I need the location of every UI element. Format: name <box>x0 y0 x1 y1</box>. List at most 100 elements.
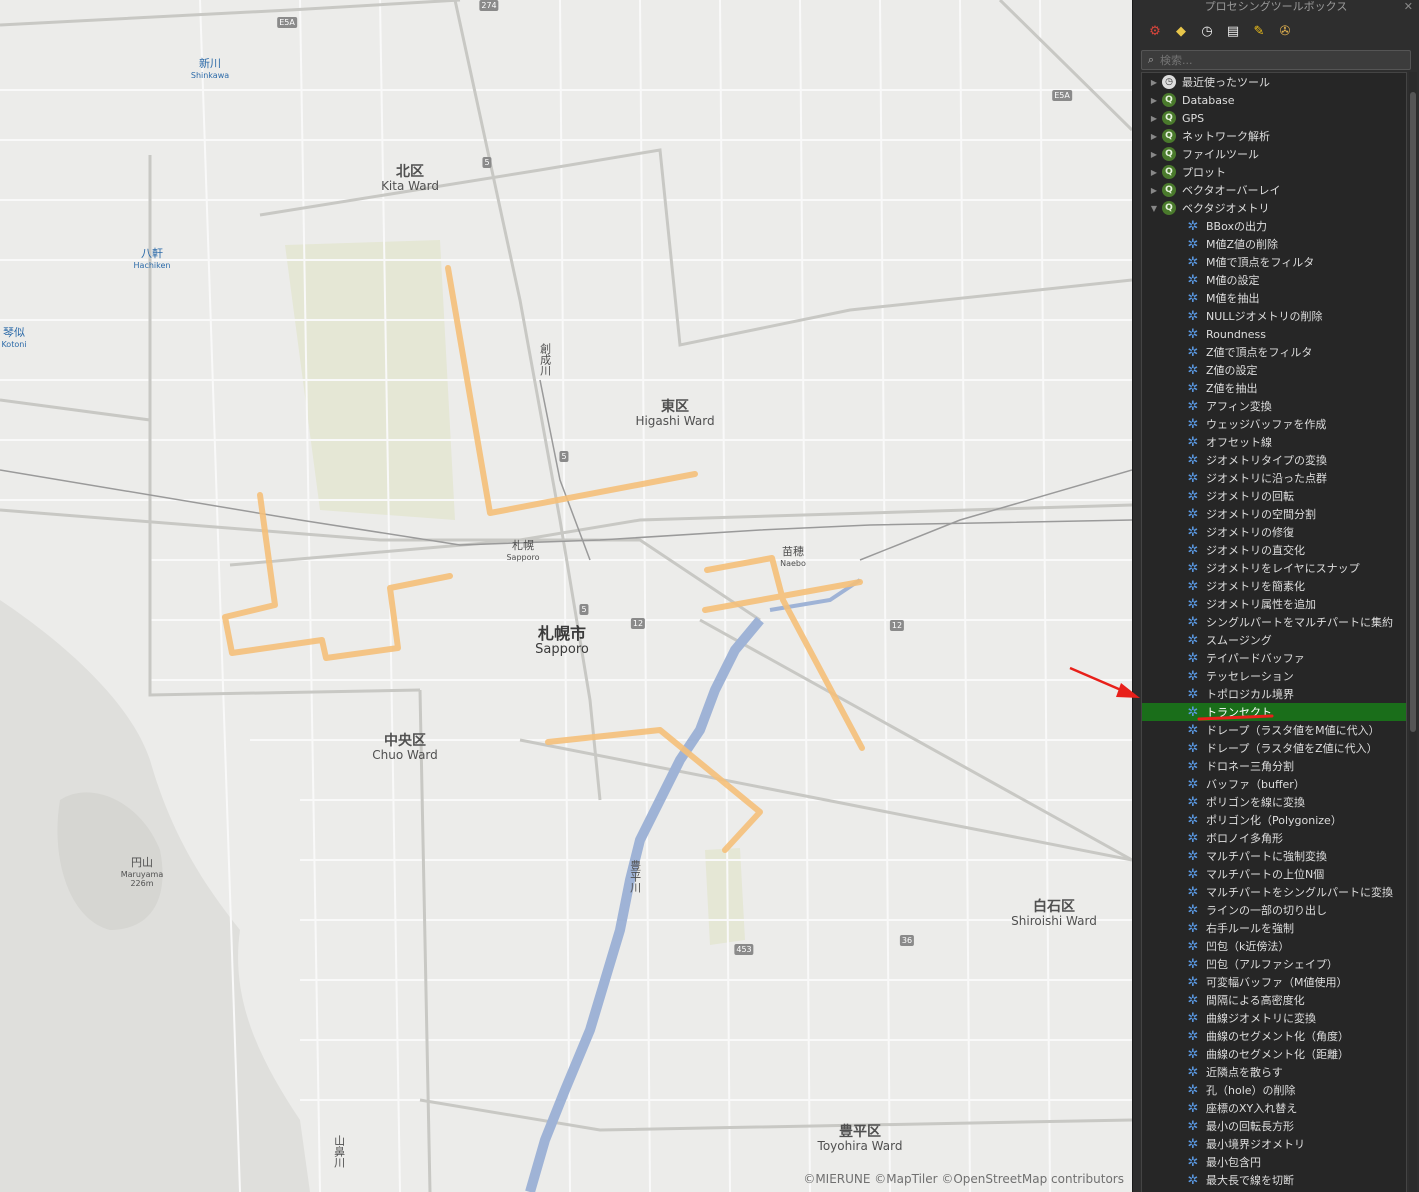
tree-item[interactable]: ✲ ジオメトリをレイヤにスナップ <box>1142 559 1406 577</box>
tree-item[interactable]: ✲ Roundness <box>1142 325 1406 343</box>
history-icon[interactable]: ◷ <box>1197 21 1217 41</box>
algorithm-gear-icon: ✲ <box>1187 848 1199 864</box>
tree-item[interactable]: ✲ ジオメトリの修復 <box>1142 523 1406 541</box>
tree-item[interactable]: ✲ バッファ（buffer） <box>1142 775 1406 793</box>
tree-item[interactable]: ✲ ジオメトリの回転 <box>1142 487 1406 505</box>
tree-item[interactable]: ✲ ボロノイ多角形 <box>1142 829 1406 847</box>
tree-item[interactable]: ✲ Z値で頂点をフィルタ <box>1142 343 1406 361</box>
tree-item[interactable]: ✲ M値を抽出 <box>1142 289 1406 307</box>
tree-item-label: トランセクト <box>1206 706 1272 719</box>
tree-group[interactable]: ▶ ◷ 最近使ったツール <box>1142 73 1406 91</box>
tree-item[interactable]: ✲ 曲線ジオメトリに変換 <box>1142 1009 1406 1027</box>
tree-item[interactable]: ✲ ウェッジバッファを作成 <box>1142 415 1406 433</box>
tree-item[interactable]: ✲ M値の設定 <box>1142 271 1406 289</box>
tree-item[interactable]: ✲ 曲線のセグメント化（距離） <box>1142 1045 1406 1063</box>
tree-item[interactable]: ✲ オフセット線 <box>1142 433 1406 451</box>
search-box[interactable]: ⌕ <box>1141 50 1411 70</box>
tree-item[interactable]: ✲ 最小包含円 <box>1142 1153 1406 1171</box>
tree-item-label: ジオメトリ属性を追加 <box>1206 598 1316 611</box>
tree-item-label: テイパードバッファ <box>1206 652 1305 665</box>
tree-item[interactable]: ✲ M値Z値の削除 <box>1142 235 1406 253</box>
tree-item[interactable]: ✲ 凹包（k近傍法） <box>1142 937 1406 955</box>
algorithm-gear-icon: ✲ <box>1187 236 1199 252</box>
tree-item[interactable]: ✲ ポリゴンを線に変換 <box>1142 793 1406 811</box>
map-canvas[interactable]: 北区 Kita Ward 東区 Higashi Ward 中央区 Chuo Ward … <box>0 0 1132 1192</box>
tree-item-label: ラインの一部の切り出し <box>1206 904 1327 917</box>
expand-right-icon[interactable]: ▶ <box>1146 114 1162 123</box>
tree-item[interactable]: ✲ マルチパートの上位N個 <box>1142 865 1406 883</box>
tree-group[interactable]: ▶ Q ファイルツール <box>1142 145 1406 163</box>
tree-group-label: GPS <box>1182 111 1205 125</box>
scrollbar-thumb[interactable] <box>1410 92 1416 732</box>
tree-item[interactable]: ✲ Z値を抽出 <box>1142 379 1406 397</box>
tree-item[interactable]: ✲ 座標のXY入れ替え <box>1142 1099 1406 1117</box>
tree-item[interactable]: ✲ トポロジカル境界 <box>1142 685 1406 703</box>
algorithm-gear-icon: ✲ <box>1187 704 1199 720</box>
tree-item[interactable]: ✲ ドロネー三角分割 <box>1142 757 1406 775</box>
expand-down-icon[interactable]: ▼ <box>1146 204 1162 213</box>
tree-item-label: 可変幅バッファ（M値使用） <box>1206 976 1348 989</box>
tree-item[interactable]: ✲ 最大長で線を切断 <box>1142 1171 1406 1189</box>
tree-item-label: Z値で頂点をフィルタ <box>1206 346 1313 359</box>
models-icon[interactable]: ⚙ <box>1145 21 1165 41</box>
expand-right-icon[interactable]: ▶ <box>1146 150 1162 159</box>
results-icon[interactable]: ▤ <box>1223 21 1243 41</box>
expand-right-icon[interactable]: ▶ <box>1146 168 1162 177</box>
tree-item[interactable]: ✲ NULLジオメトリの削除 <box>1142 307 1406 325</box>
tree-item[interactable]: ✲ BBoxの出力 <box>1142 217 1406 235</box>
tree-group[interactable]: ▶ Q ベクタオーバーレイ <box>1142 181 1406 199</box>
options-icon[interactable]: ✇ <box>1275 21 1295 41</box>
tree-group[interactable]: ▶ Q プロット <box>1142 163 1406 181</box>
tree-group[interactable]: ▶ Q ネットワーク解析 <box>1142 127 1406 145</box>
tree-scrollbar[interactable] <box>1409 72 1417 1192</box>
tree-item[interactable]: ✲ 可変幅バッファ（M値使用） <box>1142 973 1406 991</box>
search-input[interactable] <box>1160 53 1410 67</box>
tree-item[interactable]: ✲ アフィン変換 <box>1142 397 1406 415</box>
tree-item[interactable]: ✲ ポリゴン化（Polygonize） <box>1142 811 1406 829</box>
tree-item[interactable]: ✲ ジオメトリに沿った点群 <box>1142 469 1406 487</box>
python-icon[interactable]: ◆ <box>1171 21 1191 41</box>
tree-item[interactable]: ✲ ジオメトリタイプの変換 <box>1142 451 1406 469</box>
expand-right-icon[interactable]: ▶ <box>1146 186 1162 195</box>
tree-item[interactable]: ✲ ジオメトリの直交化 <box>1142 541 1406 559</box>
tree-item[interactable]: ✲ 最小境界ジオメトリ <box>1142 1135 1406 1153</box>
city-label-sapporo: 札幌市 Sapporo <box>535 624 589 658</box>
algorithm-gear-icon: ✲ <box>1187 524 1199 540</box>
tree-item[interactable]: ✲ Z値の設定 <box>1142 361 1406 379</box>
tree-item[interactable]: ✲ ドレープ（ラスタ値をM値に代入） <box>1142 721 1406 739</box>
edit-features-icon[interactable]: ✎ <box>1249 21 1269 41</box>
tree-group[interactable]: ▶ Q GPS <box>1142 109 1406 127</box>
tree-item[interactable]: ✲ ジオメトリを簡素化 <box>1142 577 1406 595</box>
route-shield: 12 <box>630 618 646 629</box>
tree-item-selected[interactable]: ✲ トランセクト <box>1142 703 1406 721</box>
tree-group-label: ベクタジオメトリ <box>1182 202 1270 215</box>
qgis-icon: Q <box>1162 111 1176 125</box>
tree-item-label: ジオメトリの修復 <box>1206 526 1294 539</box>
tree-group[interactable]: ▼ Q ベクタジオメトリ <box>1142 199 1406 217</box>
tree-item[interactable]: ✲ ラインの一部の切り出し <box>1142 901 1406 919</box>
tree-item[interactable]: ✲ 孔（hole）の削除 <box>1142 1081 1406 1099</box>
tree-item[interactable]: ✲ 右手ルールを強制 <box>1142 919 1406 937</box>
expand-right-icon[interactable]: ▶ <box>1146 132 1162 141</box>
tree-item[interactable]: ✲ ジオメトリの空間分割 <box>1142 505 1406 523</box>
tree-item[interactable]: ✲ スムージング <box>1142 631 1406 649</box>
tree-item[interactable]: ✲ 最小の回転長方形 <box>1142 1117 1406 1135</box>
tree-item[interactable]: ✲ 間隔による高密度化 <box>1142 991 1406 1009</box>
expand-right-icon[interactable]: ▶ <box>1146 78 1162 87</box>
tree-item[interactable]: ✲ テイパードバッファ <box>1142 649 1406 667</box>
close-panel-button[interactable]: ✕ <box>1404 0 1413 14</box>
tree-item[interactable]: ✲ テッセレーション <box>1142 667 1406 685</box>
tree-item[interactable]: ✲ ジオメトリ属性を追加 <box>1142 595 1406 613</box>
tree-item[interactable]: ✲ マルチパートに強制変換 <box>1142 847 1406 865</box>
tree-item[interactable]: ✲ M値で頂点をフィルタ <box>1142 253 1406 271</box>
expand-right-icon[interactable]: ▶ <box>1146 96 1162 105</box>
tree-item[interactable]: ✲ 近隣点を散らす <box>1142 1063 1406 1081</box>
tree-item[interactable]: ✲ ドレープ（ラスタ値をZ値に代入） <box>1142 739 1406 757</box>
tree-item[interactable]: ✲ マルチパートをシングルパートに変換 <box>1142 883 1406 901</box>
tree-item[interactable]: ✲ シングルパートをマルチパートに集約 <box>1142 613 1406 631</box>
tree-item-label: 孔（hole）の削除 <box>1206 1084 1296 1097</box>
algorithm-gear-icon: ✲ <box>1187 488 1199 504</box>
tree-item[interactable]: ✲ 曲線のセグメント化（角度） <box>1142 1027 1406 1045</box>
tree-item[interactable]: ✲ 凹包（アルファシェイプ） <box>1142 955 1406 973</box>
tree-group[interactable]: ▶ Q Database <box>1142 91 1406 109</box>
